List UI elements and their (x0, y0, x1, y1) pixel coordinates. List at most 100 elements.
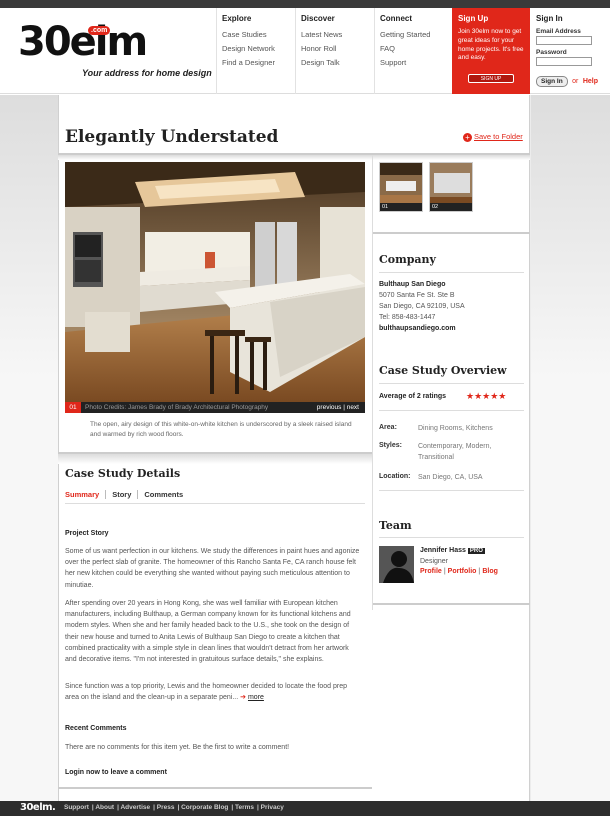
nav-explore: Explore Case Studies Design Network Find… (216, 8, 295, 94)
company-address-1: 5070 Santa Fe St. Ste B (379, 292, 455, 299)
footer-link[interactable]: About (95, 804, 114, 811)
details-heading: Case Study Details (65, 467, 181, 480)
divider (379, 272, 524, 273)
nav-link-faq[interactable]: FAQ (380, 44, 452, 53)
divider (65, 503, 365, 504)
company-heading: Company (379, 253, 436, 266)
styles-value: Contemporary, Modern, Transitional (418, 443, 492, 461)
comments-heading: Recent Comments (65, 725, 127, 732)
email-field[interactable] (536, 36, 592, 45)
tab-story[interactable]: Story (106, 490, 139, 499)
signin-button[interactable]: Sign In (536, 76, 568, 87)
avatar[interactable] (379, 546, 414, 583)
member-links: Profile | Portfolio | Blog (420, 567, 498, 578)
photo-credits: Photo Credits: James Brady of Brady Arch… (85, 404, 269, 411)
footer-link[interactable]: Corporate Blog (181, 804, 228, 811)
nav-link-case-studies[interactable]: Case Studies (222, 30, 295, 39)
details-tabs: Summary Story Comments (65, 490, 189, 499)
member-name-text: Jennifer Hass (420, 547, 466, 554)
previous-link[interactable]: previous (317, 404, 342, 411)
styles-label: Styles: (379, 442, 402, 449)
ratings-text: Average of 2 ratings (379, 393, 447, 400)
overview-heading: Case Study Overview (379, 364, 507, 377)
nav-link-honor-roll[interactable]: Honor Roll (301, 44, 374, 53)
tab-comments[interactable]: Comments (138, 490, 189, 499)
divider (373, 603, 530, 605)
divider (373, 232, 530, 234)
plus-icon: + (463, 132, 472, 142)
nav-link-latest-news[interactable]: Latest News (301, 30, 374, 39)
thumbnail-label: 01 (380, 203, 422, 211)
footer-link[interactable]: Terms (235, 804, 254, 811)
story-paragraph: Some of us want perfection in our kitche… (65, 548, 360, 589)
story-paragraph: After spending over 20 years in Hong Kon… (65, 600, 351, 663)
divider (379, 490, 524, 491)
top-strip (0, 0, 610, 8)
nav-heading: Discover (301, 14, 335, 23)
signin-panel: Sign In Email Address Password Sign In o… (531, 8, 610, 94)
photo-bar: 01 Photo Credits: James Brady of Brady A… (65, 402, 365, 413)
team-heading: Team (379, 519, 412, 532)
location-value: San Diego, CA, USA (418, 474, 483, 481)
signup-panel: Sign Up Join 30elm now to get great idea… (452, 8, 530, 94)
right-gutter (531, 95, 610, 801)
comments-empty: There are no comments for this item yet.… (65, 744, 290, 751)
story-paragraph: Since function was a top priority, Lewis… (65, 681, 361, 703)
footer-links: Support | About | Advertise | Press | Corpor… (64, 804, 284, 811)
member-name[interactable]: Jennifer Hass PRO (420, 547, 485, 554)
nav-link-getting-started[interactable]: Getting Started (380, 30, 452, 39)
tagline: Your address for home design (82, 68, 212, 78)
pager-separator: | (343, 404, 345, 411)
divider (379, 383, 524, 384)
footer-logo[interactable]: 30elm. (20, 802, 56, 813)
portfolio-link[interactable]: Portfolio (448, 568, 477, 575)
profile-link[interactable]: Profile (420, 568, 442, 575)
tab-summary[interactable]: Summary (65, 490, 107, 499)
star-rating[interactable]: ★★★★★ (466, 391, 506, 402)
company-website-link[interactable]: bulthaupsandiego.com (379, 325, 456, 332)
blog-link[interactable]: Blog (482, 568, 498, 575)
footer-link[interactable]: Press (157, 804, 175, 811)
thumbnail-label: 02 (430, 203, 472, 211)
left-gutter (0, 95, 58, 801)
thumbnail[interactable]: 02 (429, 162, 473, 212)
footer-link[interactable]: Privacy (261, 804, 284, 811)
nav-connect: Connect Getting Started FAQ Support (374, 8, 452, 94)
area-label: Area: (379, 424, 397, 431)
story-paragraph-text: Since function was a top priority, Lewis… (65, 683, 347, 702)
location-label: Location: (379, 473, 411, 480)
password-label: Password (536, 49, 567, 56)
site-logo[interactable]: 30elm .com (18, 22, 148, 62)
company-name: Bulthaup San Diego (379, 281, 446, 288)
login-to-comment-link[interactable]: Login now to leave a comment (65, 769, 167, 776)
or-text: or (572, 78, 579, 85)
thumbnail[interactable]: 01 (379, 162, 423, 212)
area-value: Dining Rooms, Kitchens (418, 425, 493, 432)
nav-heading: Explore (222, 14, 252, 23)
help-link[interactable]: Help (583, 78, 598, 85)
footer-link[interactable]: Advertise (120, 804, 150, 811)
divider (379, 410, 524, 411)
column-divider (372, 155, 373, 610)
next-link[interactable]: next (347, 404, 359, 411)
nav-link-design-talk[interactable]: Design Talk (301, 58, 374, 67)
pro-badge: PRO (467, 548, 485, 554)
nav-link-find-designer[interactable]: Find a Designer (222, 58, 295, 67)
kitchen-photo-icon (65, 162, 365, 402)
link-separator: | (443, 568, 446, 575)
footer-link[interactable]: Support (64, 804, 89, 811)
signup-button[interactable]: SIGN UP (468, 74, 514, 83)
photo-caption: The open, airy design of this white-on-w… (90, 421, 352, 439)
nav-discover: Discover Latest News Honor Roll Design T… (295, 8, 374, 94)
more-link[interactable]: more (248, 694, 264, 701)
logo-com-badge: .com (88, 26, 111, 35)
save-to-folder-link[interactable]: + Save to Folder (463, 132, 523, 142)
nav-link-design-network[interactable]: Design Network (222, 44, 295, 53)
signup-text: Join 30elm now to get great ideas for yo… (458, 28, 524, 62)
divider (379, 537, 524, 538)
password-field[interactable] (536, 57, 592, 66)
company-tel: Tel: 858-483-1447 (379, 314, 436, 321)
photo-pager: previous | next (317, 402, 359, 413)
nav-link-support[interactable]: Support (380, 58, 452, 67)
main-photo[interactable] (65, 162, 365, 402)
